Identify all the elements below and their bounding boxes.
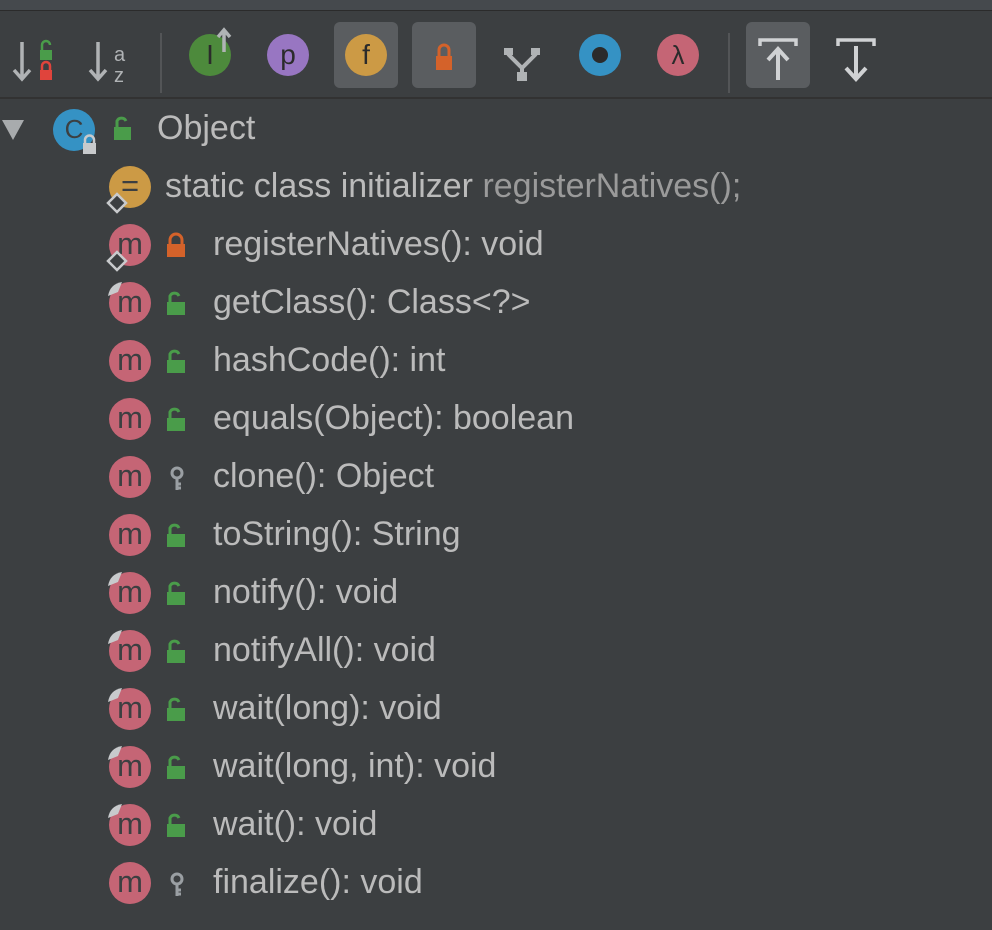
method-icon: m [109,862,151,904]
sort-alphabetically-button[interactable]: a z [80,22,144,88]
method-icon: m [109,514,151,556]
method-label: notify(): void [213,573,399,611]
tree-row-method[interactable]: m finalize(): void [0,854,992,912]
tree-row-method[interactable]: m equals(Object): boolean [0,390,992,448]
lock-icon [436,43,452,70]
method-icon: m [109,340,151,382]
tree-row-method[interactable]: m wait(long): void [0,680,992,738]
method-label: toString(): String [213,515,461,553]
native-overlay-icon [106,192,128,214]
tree-row-method[interactable]: m wait(long, int): void [0,738,992,796]
public-visibility-icon [167,639,185,663]
method-icon: m [109,456,151,498]
method-label: equals(Object): boolean [213,399,575,437]
tree-row-method[interactable]: m getClass(): Class<?> [0,274,992,332]
autoscroll-from-source-icon [836,38,876,82]
root-class-label: Object [157,109,256,147]
toolbar-separator [160,33,162,93]
method-icon: m [109,398,151,440]
show-inherited-button[interactable]: I [178,22,242,88]
method-label: wait(long, int): void [213,747,497,785]
expanded-triangle-icon[interactable] [0,116,26,142]
method-label: notifyAll(): void [213,631,436,669]
protected-visibility-icon [170,872,184,896]
interface-inherited-icon: I [189,34,231,76]
sort-alpha-top: a [114,44,126,66]
show-fork-button[interactable] [490,22,554,88]
method-label: getClass(): Class<?> [213,283,531,321]
show-properties-button[interactable]: p [256,22,320,88]
public-visibility-icon [167,581,185,605]
overrides-overlay-icon [108,282,122,296]
public-visibility-icon [167,291,185,315]
method-label: wait(): void [213,805,378,843]
protected-visibility-icon [170,466,184,490]
toolbar-separator [728,33,730,93]
tree-row-method[interactable]: m wait(): void [0,796,992,854]
overrides-overlay-icon [108,746,122,760]
overrides-overlay-icon [108,630,122,644]
autoscroll-to-source-icon [758,38,798,80]
show-anonymous-button[interactable] [568,22,632,88]
autoscroll-from-source-button[interactable] [824,22,888,88]
sort-by-visibility-button[interactable] [2,22,66,88]
overrides-overlay-icon [108,804,122,818]
public-visibility-icon [167,697,185,721]
field-icon: f [345,34,387,76]
method-label: registerNatives(): void [213,225,544,263]
method-label: clone(): Object [213,457,435,495]
overrides-overlay-icon [108,572,122,586]
tree-row-method[interactable]: m notify(): void [0,564,992,622]
property-icon: p [267,34,309,76]
show-fields-button[interactable]: f [334,22,398,88]
method-label: wait(long): void [213,689,442,727]
anonymous-class-icon [579,34,621,76]
sort-visibility-icon [12,39,52,82]
public-visibility-icon [167,813,185,837]
lambda-icon: λ [657,34,699,76]
structure-toolbar: a z I p f λ [0,11,992,99]
public-visibility-icon [167,349,185,373]
tree-row-method[interactable]: m clone(): Object [0,448,992,506]
native-overlay-icon [106,250,128,272]
tree-row-method[interactable]: m hashCode(): int [0,332,992,390]
public-visibility-icon [167,407,185,431]
show-non-public-button[interactable] [412,22,476,88]
window-top-strip [0,0,992,11]
tree-row-method[interactable]: m registerNatives(): void [0,216,992,274]
show-lambdas-button[interactable]: λ [646,22,710,88]
sort-alpha-bottom: z [114,65,124,87]
method-label: finalize(): void [213,863,423,901]
tree-row-initializer[interactable]: = static class initializer registerNativ… [0,158,992,216]
tree-row-method[interactable]: m notifyAll(): void [0,622,992,680]
initializer-detail: registerNatives(); [482,167,742,205]
autoscroll-to-source-button[interactable] [746,22,810,88]
overrides-overlay-icon [108,688,122,702]
private-visibility-icon [167,232,185,257]
fork-icon [504,48,540,81]
initializer-label: static class initializer [165,167,473,205]
public-visibility-icon [114,116,131,140]
class-lock-overlay-icon [83,134,96,154]
public-visibility-icon [167,755,185,779]
method-label: hashCode(): int [213,341,446,379]
tree-row-method[interactable]: m toString(): String [0,506,992,564]
sort-alpha-icon: a z [88,42,126,87]
tree-row-root[interactable]: C Object [0,100,992,158]
public-visibility-icon [167,523,185,547]
